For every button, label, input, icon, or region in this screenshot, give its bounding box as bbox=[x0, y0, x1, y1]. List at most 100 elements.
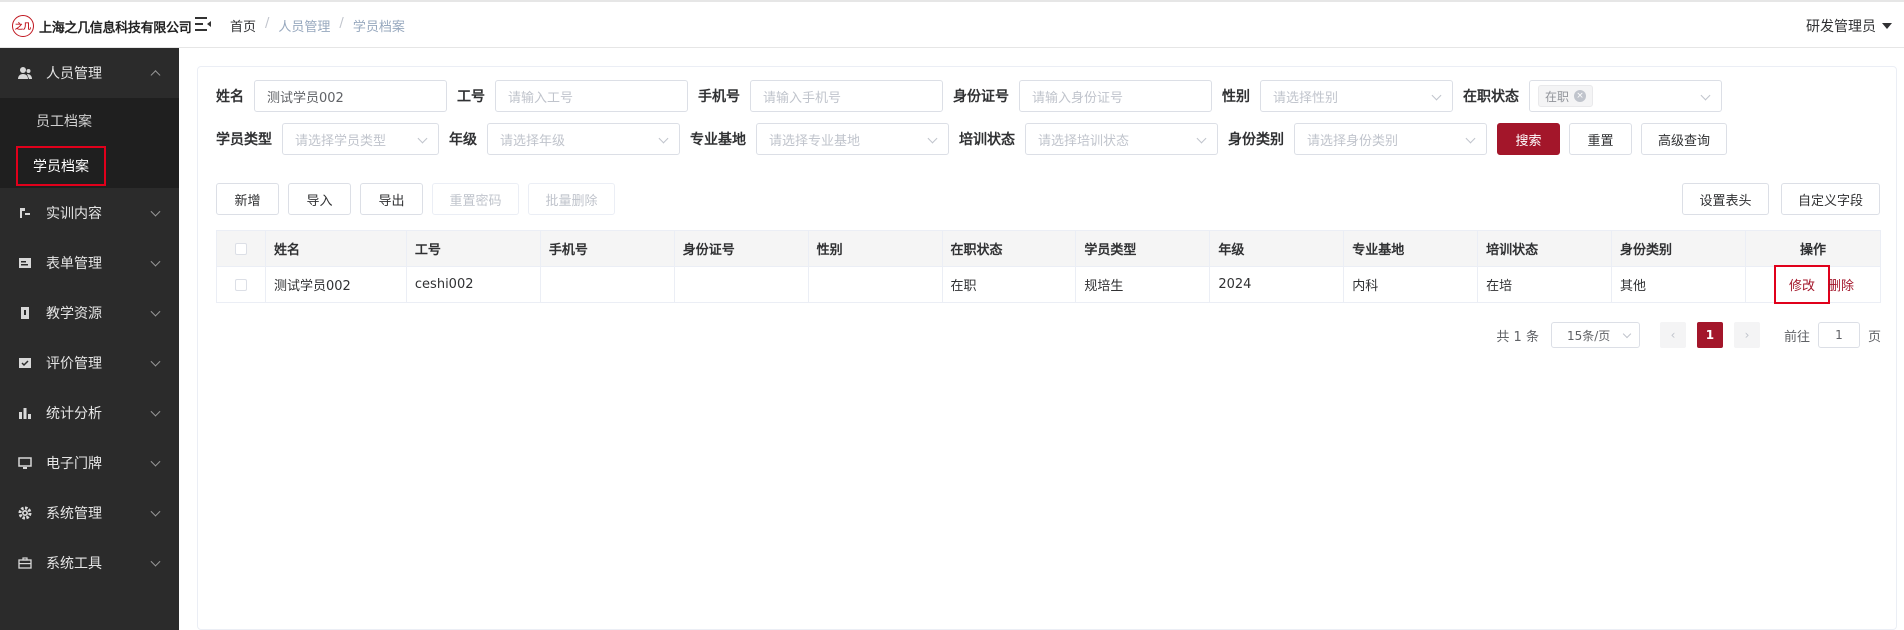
filter-job-no-label: 工号 bbox=[457, 89, 485, 105]
chevron-down-icon bbox=[150, 256, 161, 267]
id-number-input[interactable]: 请输入身份证号 bbox=[1019, 80, 1212, 112]
name-input[interactable]: 测试学员002 bbox=[254, 80, 447, 112]
sidebar-item-system[interactable]: 系统管理 bbox=[0, 488, 179, 538]
col-identity-type: 身份类别 bbox=[1611, 230, 1746, 267]
filter-specialty-base: 专业基地 请选择专业基地 bbox=[690, 123, 949, 155]
sidebar-item-evaluation[interactable]: 评价管理 bbox=[0, 338, 179, 388]
menu-toggle-icon[interactable] bbox=[195, 17, 211, 31]
sidebar-item-label: 教学资源 bbox=[46, 306, 102, 322]
breadcrumb-home[interactable]: 首页 bbox=[230, 16, 256, 35]
next-page-button[interactable]: › bbox=[1733, 322, 1760, 348]
filter-identity-type-label: 身份类别 bbox=[1228, 132, 1284, 148]
breadcrumb-separator: / bbox=[339, 16, 344, 31]
select-all-checkbox[interactable] bbox=[234, 242, 247, 255]
employment-status-select[interactable]: 在职 × bbox=[1529, 80, 1722, 112]
page-size-value: 15条/页 bbox=[1566, 328, 1611, 343]
training-status-select[interactable]: 请选择培训状态 bbox=[1025, 123, 1218, 155]
filter-gender: 性别 请选择性别 bbox=[1222, 80, 1453, 112]
edit-link[interactable]: 修改 bbox=[1773, 265, 1830, 304]
page-jump-input[interactable]: 1 bbox=[1817, 322, 1860, 348]
export-button[interactable]: 导出 bbox=[360, 183, 423, 215]
table-row: 测试学员002 ceshi002 在职 规培生 2024 内科 在培 其他 修改… bbox=[216, 265, 1882, 304]
filter-id-number-label: 身份证号 bbox=[953, 89, 1009, 105]
sidebar-subitem-student-archive[interactable]: 学员档案 bbox=[0, 143, 179, 188]
filter-row-2: 学员类型 请选择学员类型 年级 请选择年级 专业基地 请选择专业基地 培训状态 … bbox=[216, 123, 1727, 155]
set-header-button[interactable]: 设置表头 bbox=[1682, 183, 1769, 215]
sidebar-subitem-staff-archive[interactable]: 员工档案 bbox=[0, 98, 179, 143]
col-student-type: 学员类型 bbox=[1075, 230, 1211, 267]
batch-delete-button[interactable]: 批量删除 bbox=[528, 183, 615, 215]
sidebar-item-personnel[interactable]: 人员管理 bbox=[0, 48, 179, 98]
sidebar-item-tools[interactable]: 系统工具 bbox=[0, 538, 179, 588]
gender-select[interactable]: 请选择性别 bbox=[1260, 80, 1453, 112]
col-grade: 年级 bbox=[1209, 230, 1345, 267]
filter-name-label: 姓名 bbox=[216, 89, 244, 105]
sidebar-item-resources[interactable]: 教学资源 bbox=[0, 288, 179, 338]
logo-mark: 之几 bbox=[12, 15, 34, 37]
advanced-search-button[interactable]: 高级查询 bbox=[1641, 123, 1727, 155]
reset-password-button[interactable]: 重置密码 bbox=[432, 183, 519, 215]
phone-input[interactable]: 请输入手机号 bbox=[750, 80, 943, 112]
specialty-base-select[interactable]: 请选择专业基地 bbox=[756, 123, 949, 155]
identity-type-select[interactable]: 请选择身份类别 bbox=[1294, 123, 1487, 155]
reset-button[interactable]: 重置 bbox=[1569, 123, 1632, 155]
chevron-down-icon bbox=[1622, 329, 1632, 339]
filter-name: 姓名 测试学员002 bbox=[216, 80, 447, 112]
filter-grade: 年级 请选择年级 bbox=[449, 123, 680, 155]
page-number-current[interactable]: 1 bbox=[1696, 322, 1723, 348]
form-icon bbox=[18, 256, 32, 270]
job-no-input[interactable]: 请输入工号 bbox=[495, 80, 688, 112]
chevron-down-icon bbox=[658, 133, 669, 144]
sidebar-item-training[interactable]: 实训内容 bbox=[0, 188, 179, 238]
add-button[interactable]: 新增 bbox=[216, 183, 279, 215]
student-type-select[interactable]: 请选择学员类型 bbox=[282, 123, 439, 155]
sidebar-item-label: 评价管理 bbox=[46, 356, 102, 372]
grade-select[interactable]: 请选择年级 bbox=[487, 123, 680, 155]
close-icon[interactable]: × bbox=[1574, 90, 1587, 102]
sidebar-item-statistics[interactable]: 统计分析 bbox=[0, 388, 179, 438]
cell-phone bbox=[539, 266, 675, 303]
page-size-select[interactable]: 15条/页 bbox=[1550, 322, 1640, 348]
breadcrumb-personnel: 人员管理 bbox=[278, 20, 331, 35]
chevron-up-icon bbox=[150, 70, 161, 81]
chevron-down-icon bbox=[417, 133, 428, 144]
chevron-down-icon bbox=[150, 506, 161, 517]
col-actions: 操作 bbox=[1744, 230, 1882, 267]
identity-type-placeholder: 请选择身份类别 bbox=[1307, 133, 1399, 149]
cell-training-status: 在培 bbox=[1477, 266, 1613, 303]
filter-identity-type: 身份类别 请选择身份类别 bbox=[1228, 123, 1487, 155]
user-menu[interactable]: 研发管理员 bbox=[1806, 16, 1892, 36]
company-logo: 之几 上海之几信息科技有限公司 bbox=[12, 15, 192, 37]
sidebar-item-label: 人员管理 bbox=[46, 66, 102, 82]
company-name: 上海之几信息科技有限公司 bbox=[39, 20, 192, 36]
filter-grade-label: 年级 bbox=[449, 132, 477, 148]
breadcrumb: 首页 / 人员管理 / 学员档案 bbox=[230, 16, 405, 35]
delete-link[interactable]: 删除 bbox=[1828, 279, 1854, 294]
cell-identity-type: 其他 bbox=[1611, 266, 1746, 303]
users-icon bbox=[18, 66, 32, 80]
import-button[interactable]: 导入 bbox=[288, 183, 351, 215]
sidebar-item-forms[interactable]: 表单管理 bbox=[0, 238, 179, 288]
submenu-personnel: 员工档案 学员档案 bbox=[0, 98, 179, 188]
row-checkbox[interactable] bbox=[234, 278, 247, 291]
filter-specialty-base-label: 专业基地 bbox=[690, 132, 746, 148]
prev-page-button[interactable]: ‹ bbox=[1659, 322, 1686, 348]
user-name: 研发管理员 bbox=[1806, 19, 1876, 35]
sidebar-item-label: 系统管理 bbox=[46, 506, 102, 522]
evaluation-icon bbox=[18, 356, 32, 370]
col-phone: 手机号 bbox=[539, 230, 675, 267]
filter-phone-label: 手机号 bbox=[698, 89, 740, 105]
main-panel: 姓名 测试学员002 工号 请输入工号 手机号 请输入手机号 身份证号 请输入身… bbox=[197, 66, 1897, 630]
gender-select-placeholder: 请选择性别 bbox=[1273, 90, 1339, 106]
cell-actions: 修改 删除 bbox=[1744, 265, 1882, 304]
custom-fields-button[interactable]: 自定义字段 bbox=[1781, 183, 1880, 215]
action-toolbar: 新增 导入 导出 重置密码 批量删除 设置表头 自定义字段 bbox=[216, 183, 1880, 215]
breadcrumb-separator: / bbox=[265, 16, 270, 31]
sidebar-item-e-doorplate[interactable]: 电子门牌 bbox=[0, 438, 179, 488]
status-tag: 在职 × bbox=[1538, 85, 1594, 107]
chevron-down-icon bbox=[1431, 90, 1442, 101]
search-button[interactable]: 搜索 bbox=[1497, 123, 1560, 155]
status-tag-label: 在职 bbox=[1545, 89, 1570, 104]
col-id-number: 身份证号 bbox=[673, 230, 809, 267]
page-jump-prefix: 前往 bbox=[1783, 329, 1810, 345]
